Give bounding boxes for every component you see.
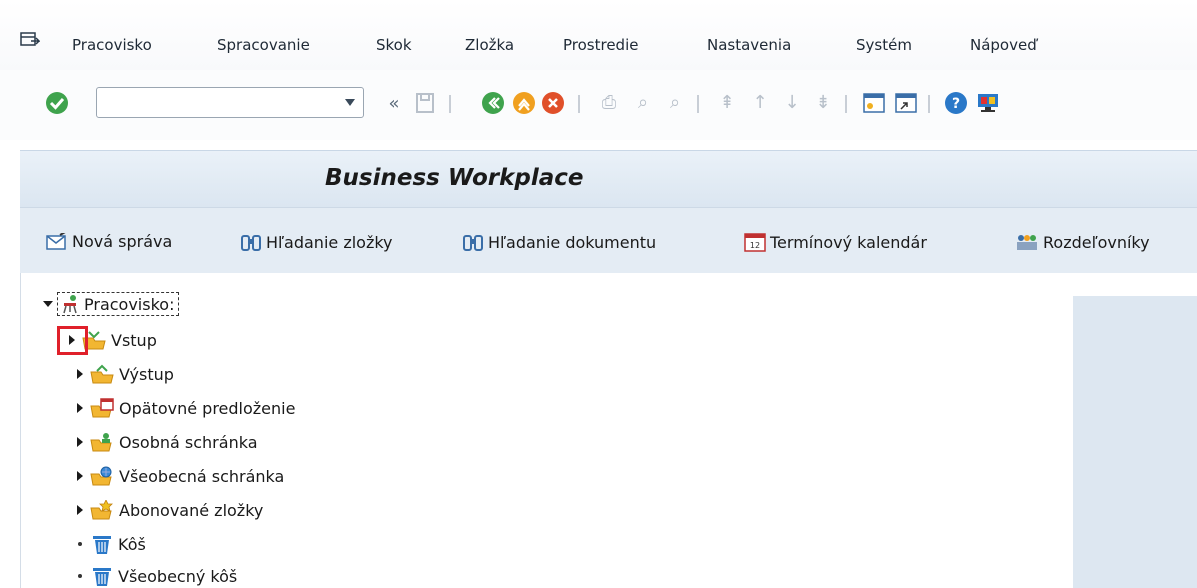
tree-node-label: Abonované zložky [119,500,264,520]
detail-pane [1050,273,1197,588]
standard-toolbar: « ⎙ ⌕ ⌕ ⇞ ↑ ↓ ⇟ ? [0,70,1197,140]
find-icon[interactable]: ⌕ [630,90,656,116]
tree-node-vseobecny-kos[interactable]: Všeobecný kôš [77,565,237,587]
find-document-label: Hľadanie dokumentu [488,232,657,252]
distribution-lists-button[interactable]: Rozdeľovníky [1015,232,1150,252]
tree-root-label: Pracovisko: [84,294,175,314]
shortcut-icon[interactable] [893,90,919,116]
tree-node-kos[interactable]: Kôš [77,533,146,555]
calendar-label: Termínový kalendár [770,232,927,252]
tree-node-vseobecna-schranka[interactable]: Všeobecná schránka [77,465,284,487]
tree-node-label: Osobná schránka [119,432,258,452]
tree-root[interactable]: Pracovisko: [43,292,180,316]
separator [697,95,699,113]
expand-icon[interactable] [77,505,83,515]
find-document-button[interactable]: Hľadanie dokumentu [462,232,656,252]
tree-node-label: Vstup [111,330,157,350]
tree-node-label: Všeobecná schránka [119,466,285,486]
svg-text:?: ? [952,96,960,112]
expand-icon[interactable] [77,437,83,447]
leaf-dot [78,574,82,578]
find-folder-label: Hľadanie zložky [266,232,393,252]
find-next-icon[interactable]: ⌕ [662,90,688,116]
tree-node-vystup[interactable]: Výstup [77,363,174,385]
folder-tree: Pracovisko: Vstup Výstup Opätovné predlo… [20,273,1050,588]
trash-icon [93,536,111,554]
save-icon[interactable] [412,90,438,116]
detail-pane-inner [1073,296,1197,588]
tree-root-label-box[interactable]: Pracovisko: [57,292,180,316]
expand-icon[interactable] [77,369,83,379]
title-bar: Business Workplace [20,150,1197,207]
tree-node-osobna-schranka[interactable]: Osobná schránka [77,431,258,453]
separator [845,95,847,113]
tree-node-abonovane-zlozky[interactable]: Abonované zložky [77,499,263,521]
shared-folder-icon [90,466,112,486]
command-field[interactable] [96,87,364,118]
svg-text:12: 12 [750,241,760,250]
menu-prostredie[interactable]: Prostredie [563,36,638,54]
back-icon[interactable] [480,90,506,116]
calendar-icon: 12 [744,233,766,252]
cancel-icon[interactable] [540,90,566,116]
calendar-button[interactable]: 12 Termínový kalendár [744,232,927,252]
last-page-icon[interactable]: ⇟ [810,90,836,116]
chevron-down-icon[interactable] [345,99,355,106]
tree-node-label: Výstup [119,364,174,384]
new-message-icon [46,232,66,250]
back-double-icon[interactable]: « [381,90,407,116]
print-icon[interactable]: ⎙ [596,90,622,116]
expand-icon[interactable] [77,471,83,481]
separator [449,95,451,113]
enter-icon[interactable] [44,90,70,116]
outbox-icon [90,364,114,384]
leaf-dot [78,542,82,546]
find-folder-button[interactable]: Hľadanie zložky [240,232,393,252]
new-session-icon[interactable] [861,90,887,116]
shared-trash-icon [93,568,111,586]
menu-skok[interactable]: Skok [376,36,412,54]
workplace-icon [63,295,77,314]
menu-napoved[interactable]: Nápoveď [970,36,1037,54]
customize-icon[interactable] [975,90,1001,116]
menu-nastavenia[interactable]: Nastavenia [707,36,791,54]
menu-spracovanie[interactable]: Spracovanie [217,36,310,54]
menu-system[interactable]: Systém [856,36,912,54]
tree-node-label: Všeobecný kôš [118,566,238,586]
exit-icon[interactable] [511,90,537,116]
application-toolbar: Nová správa Hľadanie zložky Hľadanie dok… [20,207,1197,273]
expand-icon[interactable] [77,403,83,413]
private-folder-icon [90,433,112,452]
separator [928,95,930,113]
binoculars-icon [463,235,483,251]
subscribed-folder-icon [90,500,113,520]
resubmission-icon [90,398,114,418]
menu-zlozka[interactable]: Zložka [465,36,514,54]
page-title: Business Workplace [325,165,584,191]
menu-icon[interactable] [20,32,40,50]
highlight-box [57,326,88,355]
new-message-label: Nová správa [72,232,173,251]
tree-node-opatovne-predlozenie[interactable]: Opätovné predloženie [77,397,295,419]
menu-pracovisko[interactable]: Pracovisko [72,36,152,54]
next-page-icon[interactable]: ↓ [779,90,805,116]
tree-node-label: Opätovné predloženie [119,398,296,418]
help-icon[interactable]: ? [943,90,969,116]
separator [578,95,580,113]
tree-node-label: Kôš [118,534,146,554]
binoculars-icon [241,235,261,251]
prev-page-icon[interactable]: ↑ [747,90,773,116]
new-message-button[interactable]: Nová správa [46,232,172,251]
first-page-icon[interactable]: ⇞ [714,90,740,116]
people-group-icon [1017,235,1037,250]
menu-bar: Pracovisko Spracovanie Skok Zložka Prost… [0,0,1197,70]
distribution-lists-label: Rozdeľovníky [1043,232,1150,252]
collapse-icon[interactable] [43,301,53,307]
